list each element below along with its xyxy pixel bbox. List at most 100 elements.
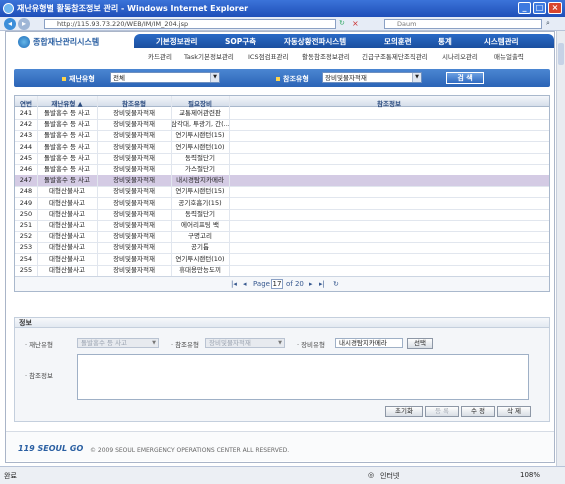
table-row[interactable]: 253 대형산불사고 장비및물자적재 공기톱: [15, 242, 549, 255]
col-header-disaster[interactable]: 재난유형 ▲: [37, 98, 97, 108]
table-cell: 248: [19, 187, 33, 196]
table-row[interactable]: 242 돌발홍수 등 사고 장비및물자적재 삼각대, 투광기, 간(...): [15, 119, 549, 132]
url-field[interactable]: http://115.93.73.220/WEB/IM/IM_204.jsp: [44, 19, 336, 29]
table-row[interactable]: 245 돌발홍수 등 사고 장비및물자적재 동력절단기: [15, 153, 549, 165]
subnav-item[interactable]: 카드관리: [148, 51, 172, 61]
table-cell: 장비및물자적재: [113, 187, 155, 196]
last-page-icon[interactable]: ▸|: [319, 280, 325, 288]
table-row[interactable]: 241 돌발홍수 등 사고 장비및물자적재 교통제어관련판: [15, 108, 549, 120]
app-frame: 종합재난관리시스템 기본정보관리 SOP구축 자동상황전파시스템 모의훈련 통계…: [5, 31, 555, 463]
nav-item[interactable]: 기본정보관리: [156, 36, 197, 47]
minimize-button[interactable]: _: [518, 2, 531, 14]
ie-icon: [3, 3, 14, 14]
copyright: © 2009 SEOUL EMERGENCY OPERATIONS CENTER…: [90, 447, 290, 454]
table-cell: 대형산불사고: [49, 254, 85, 263]
stop-icon[interactable]: ×: [352, 19, 359, 28]
table-cell: 장비및물자적재: [113, 142, 155, 151]
table-row[interactable]: 247 돌발홍수 등 사고 장비및물자적재 내시경탐지카메라: [15, 175, 549, 188]
info-disaster-value: 돌발홍수 등 사고: [81, 339, 127, 347]
table-cell: 대형산불사고: [49, 209, 85, 218]
table-row[interactable]: 252 대형산불사고 장비및물자적재 구명고리: [15, 231, 549, 244]
prev-page-icon[interactable]: ◂: [243, 280, 247, 288]
table-cell: 동력절단기: [185, 209, 215, 218]
edit-button[interactable]: 수 정: [461, 406, 495, 417]
table-row[interactable]: 244 돌발홍수 등 사고 장비및물자적재 연기투시랜턴(10): [15, 142, 549, 154]
table-cell: 249: [19, 198, 33, 207]
info-equip-input[interactable]: 내시경탐지카메라: [335, 338, 403, 348]
disaster-type-select[interactable]: 전체 ▼: [110, 72, 220, 83]
table-cell: 250: [19, 209, 33, 218]
zoom-level[interactable]: 108%: [520, 471, 540, 479]
table-row[interactable]: 248 대형산불사고 장비및물자적재 연기투시랜턴(15): [15, 186, 549, 199]
next-page-icon[interactable]: ▸: [309, 280, 313, 288]
nav-item[interactable]: 통계: [438, 36, 452, 47]
search-icon[interactable]: ⌕: [546, 19, 550, 28]
page-scrollbar[interactable]: [556, 31, 565, 466]
table-cell: 253: [19, 243, 33, 252]
table-row[interactable]: 251 대형산불사고 장비및물자적재 에어리프팅 백: [15, 220, 549, 232]
search-button[interactable]: 검 색: [446, 72, 484, 84]
ref-type-select[interactable]: 장비및물자적재 ▼: [322, 72, 422, 83]
table-cell: 돌발홍수 등 사고: [44, 142, 90, 151]
table-cell: 246: [19, 165, 33, 173]
table-row[interactable]: 255 대형산불사고 장비및물자적재 휴대용만능도끼: [15, 265, 549, 277]
ref-type-value: 장비및물자적재: [325, 74, 367, 82]
subnav-item[interactable]: 매뉴얼출력: [494, 51, 524, 61]
table-cell: 연기투시랜턴(15): [175, 131, 225, 140]
nav-item[interactable]: 모의훈련: [384, 36, 412, 47]
table-cell: 장비및물자적재: [113, 198, 155, 207]
page-number-input[interactable]: 17: [271, 279, 283, 289]
table-cell: 장비및물자적재: [113, 209, 155, 218]
table-cell: 장비및물자적재: [113, 153, 155, 162]
table-cell: 삼각대, 투광기, 간(...): [171, 120, 229, 129]
table-cell: 돌발홍수 등 사고: [44, 153, 90, 162]
forward-icon[interactable]: ▸: [18, 18, 30, 30]
delete-button[interactable]: 삭 제: [497, 406, 531, 417]
table-cell: 대형산불사고: [49, 265, 85, 274]
nav-item[interactable]: SOP구축: [225, 36, 256, 47]
subnav-item[interactable]: ICS점검표관리: [248, 51, 288, 61]
table-row[interactable]: 254 대형산불사고 장비및물자적재 연기투시랜턴(10): [15, 254, 549, 266]
app-logo[interactable]: 종합재난관리시스템: [18, 36, 99, 48]
table-row[interactable]: 249 대형산불사고 장비및물자적재 공기호흡기(15): [15, 198, 549, 210]
table-cell: 교통제어관련판: [179, 109, 221, 117]
info-ref-select[interactable]: 장비및물자적재 ▼: [205, 338, 285, 348]
table-cell: 내시경탐지카메라: [176, 176, 224, 185]
table-cell: 돌발홍수 등 사고: [44, 176, 90, 185]
first-page-icon[interactable]: |◂: [231, 280, 237, 288]
reset-button[interactable]: 초기화: [385, 406, 423, 417]
back-icon[interactable]: ◂: [4, 18, 16, 30]
subnav-item[interactable]: 활동참조정보관리: [302, 51, 350, 61]
ref-info-textarea[interactable]: [77, 354, 529, 400]
refresh-icon[interactable]: ↻: [339, 19, 345, 27]
col-header-reftype[interactable]: 참조유형: [97, 98, 171, 108]
table-row[interactable]: 246 돌발홍수 등 사고 장비및물자적재 가스절단기: [15, 164, 549, 176]
maximize-button[interactable]: □: [533, 2, 546, 14]
close-button[interactable]: ×: [548, 2, 562, 14]
subnav-item[interactable]: Task기본정보관리: [184, 51, 234, 61]
col-header-refinfo[interactable]: 참조정보: [229, 98, 549, 108]
table-row[interactable]: 250 대형산불사고 장비및물자적재 동력절단기: [15, 209, 549, 221]
table-cell: 대형산불사고: [49, 187, 85, 196]
status-bar: 완료 ◎ 인터넷 108%: [0, 466, 565, 484]
subnav-item[interactable]: 시나리오관리: [442, 51, 478, 61]
add-button[interactable]: 등 록: [425, 406, 459, 417]
scroll-thumb[interactable]: [558, 43, 564, 65]
subnav-item[interactable]: 긴급구조통제단조직관리: [362, 51, 428, 61]
globe-icon: ◎: [368, 471, 375, 479]
col-header-equipment[interactable]: 필요장비: [171, 98, 229, 108]
nav-item[interactable]: 자동상황전파시스템: [284, 36, 346, 47]
table-cell: 244: [19, 142, 33, 151]
table-cell: 장비및물자적재: [113, 120, 155, 129]
table-cell: 대형산불사고: [49, 243, 85, 252]
refresh-grid-icon[interactable]: ↻: [333, 280, 339, 288]
nav-item[interactable]: 시스템관리: [484, 36, 519, 47]
chevron-down-icon: ▼: [278, 340, 282, 346]
table-row[interactable]: 243 돌발홍수 등 사고 장비및물자적재 연기투시랜턴(15): [15, 130, 549, 143]
web-search-input[interactable]: Daum: [384, 19, 542, 29]
table-cell: 장비및물자적재: [113, 221, 155, 229]
info-disaster-select[interactable]: 돌발홍수 등 사고 ▼: [77, 338, 159, 348]
pager: |◂ ◂ Page 17 of 20 ▸ ▸| ↻: [15, 276, 549, 291]
col-header-no[interactable]: 연번: [15, 98, 37, 108]
select-button[interactable]: 선택: [407, 338, 433, 349]
